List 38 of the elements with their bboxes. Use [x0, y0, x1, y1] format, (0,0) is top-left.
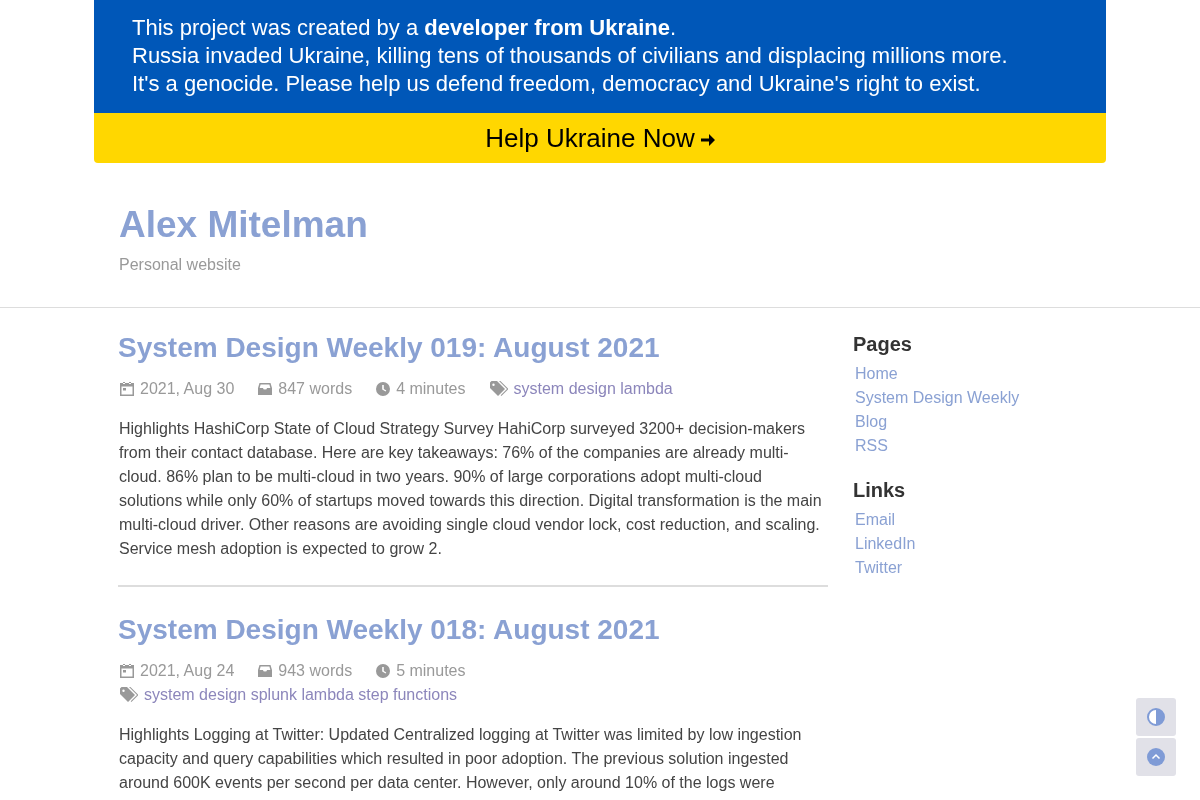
help-ukraine-button[interactable]: Help Ukraine Now	[94, 113, 1106, 163]
post-title[interactable]: System Design Weekly 018: August 2021	[118, 612, 660, 648]
tag-icon	[489, 381, 508, 397]
clock-icon	[376, 382, 391, 396]
sidebar-heading: Links	[853, 478, 907, 503]
tray-icon	[258, 665, 273, 677]
sidebar-link[interactable]: RSS	[855, 437, 888, 454]
chevron-up-icon	[1147, 748, 1165, 766]
tray-icon	[258, 383, 273, 395]
banner-message: This project was created by a developer from Ukraine. Russia invaded Ukraine, killing tens of thousands of civilians and displacing millions more. It's a genocide. Please help us defend freedom, democracy and Ukraine's right to exist.	[132, 14, 1009, 98]
scroll-top-button[interactable]	[1136, 738, 1176, 776]
post-tags[interactable]: system design splunk lambda step functions	[144, 683, 458, 707]
site-subtitle: Personal website	[118, 255, 241, 275]
word-count: 847 words	[278, 379, 353, 399]
sidebar-link[interactable]: Home	[855, 365, 898, 382]
sidebar-link[interactable]: LinkedIn	[855, 535, 916, 552]
site-title[interactable]: Alex Mitelman	[118, 203, 368, 247]
post-date: 2021, Aug 30	[140, 379, 235, 399]
calendar-icon	[120, 382, 134, 396]
post-tags[interactable]: system design lambda	[513, 377, 673, 401]
post-summary: Highlights HashiCorp State of Cloud Strategy Survey HahiCorp surveyed 3200+ decision-makers from their contact database. Here are key takeaways: 76% of the companies are already multi-cloud. 86% plan to be multi-cloud in two years. 90% of large corporations adopt multi-cloud solutions while only 60% of startups moved towards this direction. Digital transformation is the main multi-cloud driver. Other reasons are avoiding single cloud vendor lock, cost reduction, and scaling. Service mesh adoption is expected to grow 2.	[118, 419, 823, 559]
clock-icon	[376, 664, 391, 678]
sidebar-heading: Pages	[853, 332, 913, 357]
post-title[interactable]: System Design Weekly 019: August 2021	[118, 330, 660, 366]
arrow-icon	[700, 133, 715, 146]
word-count: 943 words	[278, 661, 353, 681]
calendar-icon	[120, 664, 134, 678]
sidebar-link[interactable]: System Design Weekly	[855, 389, 1020, 406]
post-date: 2021, Aug 24	[140, 661, 235, 681]
sidebar-link[interactable]: Email	[855, 511, 895, 528]
post-summary: Highlights Logging at Twitter: Updated Centralized logging at Twitter was limited by low ingestion capacity and query capabilities which resulted in poor adoption. The previous solution ingested around 600K events per second per data center. However, only around 10% of the logs were	[118, 725, 803, 793]
tag-icon	[120, 687, 138, 703]
sidebar-link[interactable]: Twitter	[855, 559, 903, 576]
reading-time: 4 minutes	[396, 379, 466, 399]
sidebar-link[interactable]: Blog	[855, 413, 888, 430]
contrast-icon	[1147, 708, 1165, 726]
theme-toggle-button[interactable]	[1136, 698, 1176, 736]
reading-time: 5 minutes	[396, 661, 466, 681]
